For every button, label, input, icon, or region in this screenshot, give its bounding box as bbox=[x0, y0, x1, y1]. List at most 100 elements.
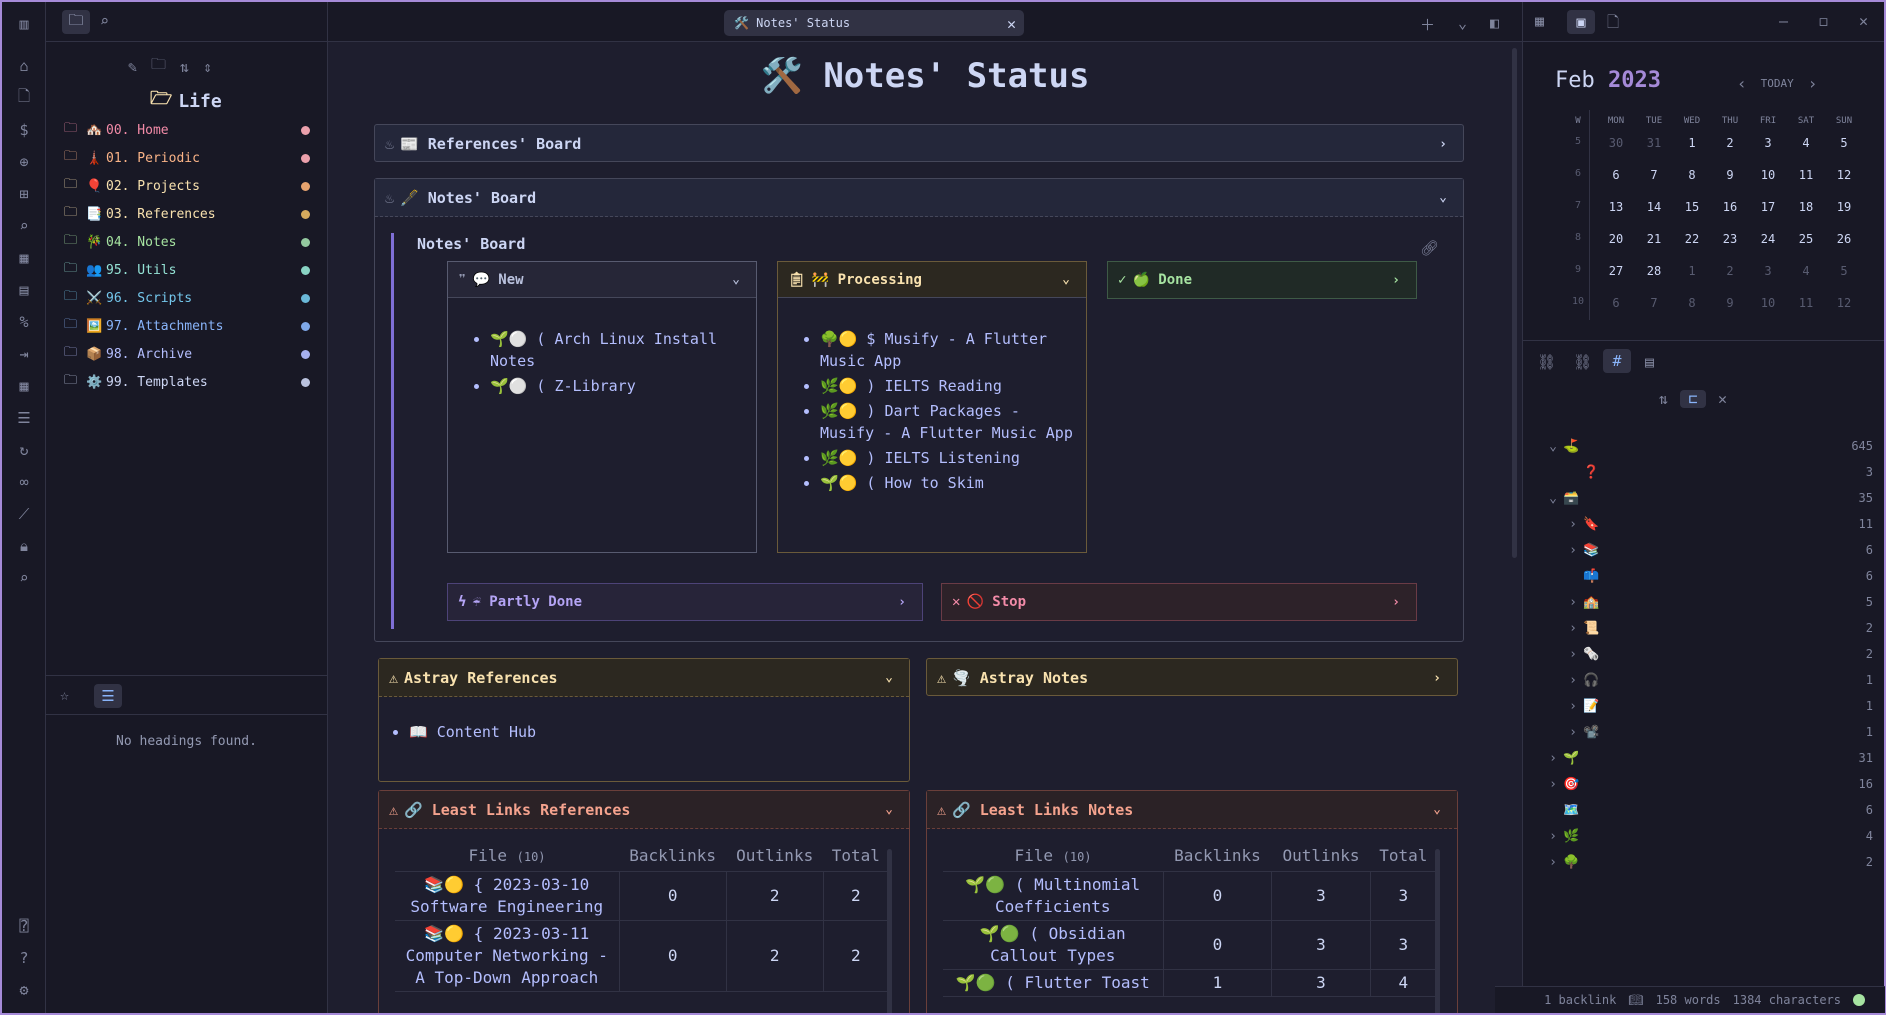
tag-item[interactable]: › 🔖 11 bbox=[1543, 512, 1873, 536]
home-icon[interactable]: ⌂ bbox=[14, 56, 34, 76]
calendar-day[interactable]: 19 bbox=[1825, 200, 1863, 214]
table-icon[interactable]: ▦ bbox=[14, 376, 34, 396]
calendar-alt-icon[interactable]: ▤ bbox=[1645, 353, 1654, 371]
file-icon[interactable]: 🗋 bbox=[14, 87, 34, 108]
col-backlinks[interactable]: Backlinks bbox=[619, 841, 727, 872]
partly-done-callout[interactable]: ϟ ☔ Partly Done › bbox=[447, 583, 923, 621]
chevron-down-icon[interactable]: ⌄ bbox=[732, 272, 740, 287]
calendar-day[interactable]: 3 bbox=[1749, 264, 1787, 278]
folder-item[interactable]: 🗀 🎈 02. Projects bbox=[64, 174, 314, 198]
calendar-day[interactable]: 11 bbox=[1787, 296, 1825, 310]
calendar-day[interactable]: 23 bbox=[1711, 232, 1749, 246]
vault-title[interactable]: 🗁 Life bbox=[150, 86, 222, 116]
minimize-icon[interactable]: – bbox=[1779, 12, 1788, 30]
calendar-day[interactable]: 31 bbox=[1635, 136, 1673, 150]
calendar-day[interactable]: 11 bbox=[1787, 168, 1825, 182]
calendar-day[interactable]: 1 bbox=[1673, 264, 1711, 278]
tag-icon[interactable]: # bbox=[1603, 349, 1631, 373]
tag-item[interactable]: › 📜 2 bbox=[1543, 616, 1873, 640]
folder-item[interactable]: 🗀 🎋 04. Notes bbox=[64, 230, 314, 254]
calendar-day[interactable]: 16 bbox=[1711, 200, 1749, 214]
tag-item[interactable]: › 🎯 16 bbox=[1543, 772, 1873, 796]
file-link[interactable]: 🌱🟢 ( Obsidian Callout Types bbox=[943, 920, 1164, 970]
chevron-right-icon[interactable]: › bbox=[1808, 74, 1818, 93]
calendar-day[interactable]: 6 bbox=[1597, 296, 1635, 310]
calendar-icon[interactable]: ▤ bbox=[14, 280, 34, 300]
tag-item[interactable]: › 🌳 2 bbox=[1543, 850, 1873, 874]
list-icon[interactable]: ☰ bbox=[14, 408, 34, 428]
chevron-down-icon[interactable]: ⌄ bbox=[1543, 491, 1563, 506]
chevron-right-icon[interactable]: › bbox=[1543, 829, 1563, 844]
collapse-all-icon[interactable]: ✕ bbox=[1718, 390, 1727, 408]
link-icon[interactable]: ∞ bbox=[14, 472, 34, 492]
table-scrollbar[interactable] bbox=[1435, 849, 1440, 1013]
calendar-day[interactable]: 4 bbox=[1787, 264, 1825, 278]
list-item[interactable]: 🌱⚪ ( Z-Library bbox=[490, 375, 746, 397]
search-alt-icon[interactable]: ⌕ bbox=[14, 568, 34, 588]
folder-item[interactable]: 🗀 🖼️ 97. Attachments bbox=[64, 314, 314, 338]
tag-item[interactable]: ❓ 3 bbox=[1543, 460, 1873, 484]
astray-notes-callout[interactable]: ⚠ 🌪️ Astray Notes › bbox=[926, 658, 1458, 696]
chevron-right-icon[interactable]: › bbox=[1543, 543, 1583, 558]
tag-item[interactable]: › 🏫 5 bbox=[1543, 590, 1873, 614]
calendar-day[interactable]: 3 bbox=[1749, 136, 1787, 150]
calendar-day[interactable]: 24 bbox=[1749, 232, 1787, 246]
calendar-day[interactable]: 2 bbox=[1711, 136, 1749, 150]
chevron-down-icon[interactable]: ⌄ bbox=[1543, 439, 1563, 454]
new-folder-icon[interactable]: 🗀 bbox=[151, 54, 166, 79]
chevron-right-icon[interactable]: › bbox=[1543, 777, 1563, 792]
tag-item[interactable]: › 📚 6 bbox=[1543, 538, 1873, 562]
sidebar-toggle-icon[interactable]: ▥ bbox=[14, 14, 34, 34]
sort-icon[interactable]: ⇅ bbox=[1659, 390, 1668, 408]
editor-scrollbar[interactable] bbox=[1512, 48, 1517, 558]
dollar-icon[interactable]: $ bbox=[14, 120, 34, 140]
file-link[interactable]: 📚🟡 { 2023-03-11 Computer Networking - A … bbox=[395, 920, 620, 992]
tag-item[interactable]: › 📝 1 bbox=[1543, 694, 1873, 718]
chevron-right-icon[interactable]: › bbox=[1543, 621, 1583, 636]
list-item[interactable]: 🌿🟡 ) Dart Packages - Musify - A Flutter … bbox=[820, 400, 1076, 444]
list-item[interactable]: 🌿🟡 ) IELTS Reading bbox=[820, 375, 1076, 397]
tag-item[interactable]: 🗺️ 6 bbox=[1543, 798, 1873, 822]
list-item[interactable]: 🌳🟡 $ Musify - A Flutter Music App bbox=[820, 328, 1076, 372]
least-links-notes-header[interactable]: ⚠ 🔗 Least Links Notes ⌄ bbox=[927, 791, 1457, 829]
refresh-icon[interactable]: ↻ bbox=[14, 440, 34, 460]
tag-item[interactable]: › 🌿 4 bbox=[1543, 824, 1873, 848]
chevron-down-icon[interactable]: ⌄ bbox=[1458, 14, 1467, 32]
backlinks-icon[interactable]: ⛓ bbox=[1537, 353, 1556, 371]
calendar-day[interactable]: 9 bbox=[1711, 296, 1749, 310]
settings-icon[interactable]: ⚙ bbox=[14, 980, 34, 1000]
col-backlinks[interactable]: Backlinks bbox=[1163, 841, 1272, 872]
calendar-day[interactable]: 14 bbox=[1635, 200, 1673, 214]
column-done[interactable]: ✓ 🍏 Done › bbox=[1107, 261, 1417, 299]
least-links-references-header[interactable]: ⚠ 🔗 Least Links References ⌄ bbox=[379, 791, 909, 829]
tag-item[interactable]: › 📽️ 1 bbox=[1543, 720, 1873, 744]
chevron-down-icon[interactable]: ⌄ bbox=[1062, 272, 1070, 287]
col-file[interactable]: File (10) bbox=[943, 841, 1163, 872]
file-icon[interactable]: 🗋 bbox=[1607, 12, 1619, 37]
chevron-right-icon[interactable]: › bbox=[1543, 517, 1583, 532]
star-icon[interactable]: ☆ bbox=[60, 686, 69, 704]
list-item[interactable]: 🌱⚪ ( Arch Linux Install Notes bbox=[490, 328, 746, 372]
col-file[interactable]: File (10) bbox=[395, 841, 619, 872]
calendar-day[interactable]: 9 bbox=[1711, 168, 1749, 182]
chevron-left-icon[interactable]: ‹ bbox=[1737, 74, 1747, 93]
calendar-day[interactable]: 22 bbox=[1673, 232, 1711, 246]
calendar-day[interactable]: 4 bbox=[1787, 136, 1825, 150]
grid-icon[interactable]: ▦ bbox=[14, 248, 34, 268]
folder-icon[interactable]: 🗀 bbox=[62, 10, 90, 34]
calendar-day[interactable]: 27 bbox=[1597, 264, 1635, 278]
folder-item[interactable]: 🗀 ⚙️ 99. Templates bbox=[64, 370, 314, 394]
chevron-right-icon[interactable]: › bbox=[1543, 855, 1563, 870]
calendar-day[interactable]: 17 bbox=[1749, 200, 1787, 214]
search-icon[interactable]: ⌕ bbox=[14, 216, 34, 236]
sync-status-icon[interactable] bbox=[1853, 994, 1865, 1006]
plus-square-icon[interactable]: ⊞ bbox=[14, 184, 34, 204]
calendar-icon[interactable]: ▣ bbox=[1567, 10, 1595, 34]
close-icon[interactable]: ✕ bbox=[1007, 15, 1016, 33]
folder-item[interactable]: 🗀 🗼 01. Periodic bbox=[64, 146, 314, 170]
folder-item[interactable]: 🗀 📦 98. Archive bbox=[64, 342, 314, 366]
link-icon[interactable]: 🔗︎ bbox=[1420, 239, 1439, 257]
tag-item[interactable]: › 🗞️ 2 bbox=[1543, 642, 1873, 666]
notes-board-header[interactable]: ♨ 🖋️ Notes' Board ⌄ bbox=[375, 179, 1463, 217]
tag-item[interactable]: 📫 6 bbox=[1543, 564, 1873, 588]
